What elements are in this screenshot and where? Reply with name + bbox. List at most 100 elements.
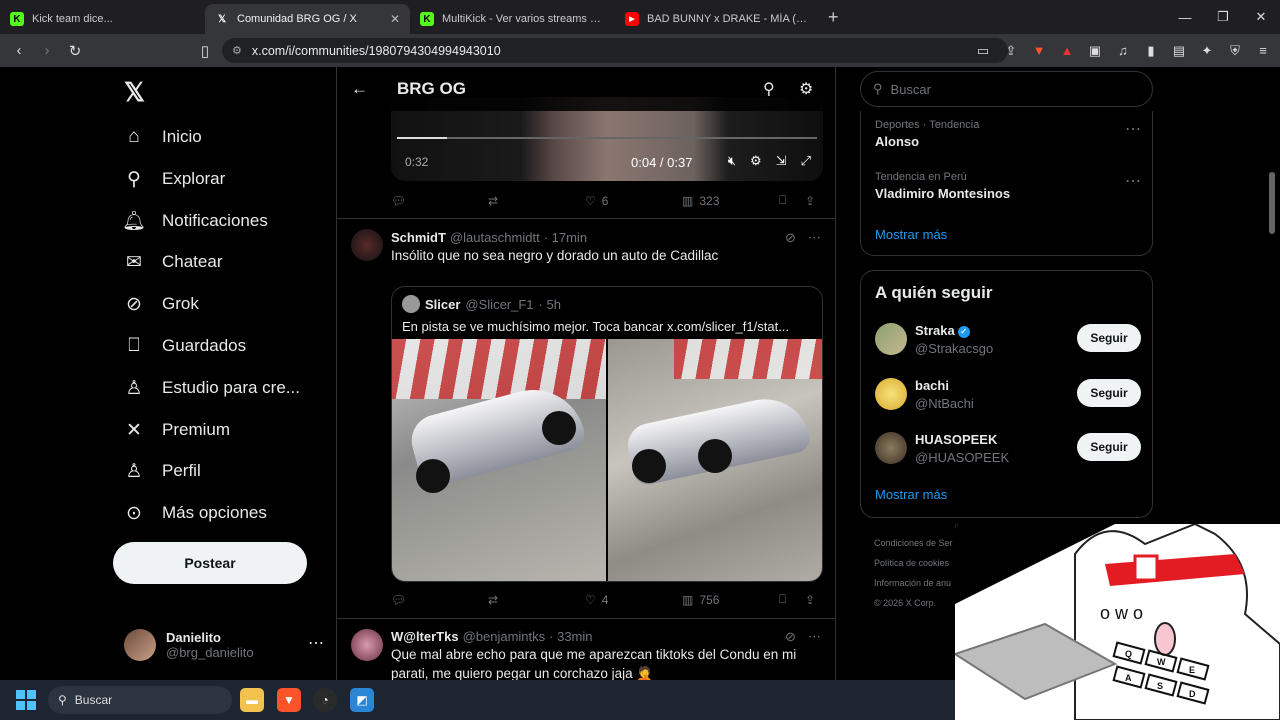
- grok-icon[interactable]: ⊘: [785, 629, 796, 645]
- rewards-icon[interactable]: ▲: [1058, 43, 1076, 58]
- tab-kick[interactable]: K Kick team dice...: [0, 4, 205, 34]
- heart-icon: ♡: [585, 592, 596, 607]
- mute-icon[interactable]: 🔇︎: [728, 153, 736, 169]
- photos-icon[interactable]: ◩: [350, 688, 374, 712]
- more-icon[interactable]: ⋯: [808, 629, 821, 645]
- more-icon[interactable]: ⋯: [1125, 119, 1141, 139]
- more-icon[interactable]: ⋯: [308, 633, 324, 653]
- fullscreen-icon[interactable]: ⤢: [801, 153, 811, 169]
- tab-youtube[interactable]: ▶ BAD BUNNY x DRAKE - MÍA (Video: [615, 4, 820, 34]
- nav-mas-opciones[interactable]: ⊙ Más opciones: [122, 498, 267, 528]
- youtube-icon: ▶: [625, 12, 639, 26]
- more-icon[interactable]: ⋯: [1125, 171, 1141, 191]
- video-time: 0:04 / 0:37: [631, 155, 693, 170]
- avatar[interactable]: [351, 229, 383, 261]
- like-button[interactable]: ♡ 4: [585, 593, 682, 607]
- views-button[interactable]: ▥ 323: [682, 194, 779, 208]
- close-window-button[interactable]: ✕: [1242, 0, 1280, 34]
- video-progress-bar[interactable]: [397, 137, 817, 139]
- views-button[interactable]: ▥ 756: [682, 593, 779, 607]
- restore-button[interactable]: ❐: [1204, 0, 1242, 34]
- search-icon[interactable]: ⚲: [763, 79, 775, 99]
- left-navigation: 𝕏 ⌂ Inicio ⚲ Explorar 🔔︎ Notificaciones ✉ Ch…: [110, 67, 330, 680]
- music-icon[interactable]: ♫: [1114, 43, 1132, 58]
- popout-icon[interactable]: ⇲: [776, 153, 787, 169]
- nav-premium[interactable]: ✕ Premium: [122, 415, 230, 445]
- more-icon[interactable]: ⋯: [808, 230, 821, 246]
- car-photo-left[interactable]: [392, 339, 606, 581]
- who-to-follow-panel: A quién seguir Straka ✓ @Strakacsgo Segui…: [860, 270, 1153, 518]
- page-scrollbar[interactable]: [1269, 172, 1275, 234]
- share-icon[interactable]: ⇪: [805, 194, 815, 208]
- nav-chatear[interactable]: ✉ Chatear: [122, 247, 222, 277]
- nav-inicio[interactable]: ⌂ Inicio: [122, 122, 201, 152]
- quoted-tweet[interactable]: Slicer @Slicer_F1 · 5h En pista se ve mu…: [391, 286, 823, 582]
- file-explorer-icon[interactable]: ▬: [240, 688, 264, 712]
- account-switcher[interactable]: Danielito @brg_danielito ⋯: [124, 623, 324, 667]
- url-bar[interactable]: ⚙ x.com/i/communities/198079430499494301…: [222, 38, 1008, 63]
- site-info-icon[interactable]: ⚙: [232, 44, 242, 57]
- x-logo-icon[interactable]: 𝕏: [124, 77, 145, 108]
- nav-guardados[interactable]: ⎕ Guardados: [122, 331, 246, 361]
- reply-icon[interactable]: 💬︎: [391, 593, 488, 607]
- avatar: [875, 323, 907, 355]
- retweet-icon[interactable]: ⇄: [488, 194, 585, 208]
- tab-x-community[interactable]: 𝕏 Comunidad BRG OG / X ✕: [205, 4, 410, 34]
- new-tab-button[interactable]: +: [828, 7, 839, 28]
- settings-icon[interactable]: ⚙: [750, 153, 762, 169]
- brave-shield-icon[interactable]: ▼: [1030, 43, 1048, 58]
- share-icon[interactable]: ⇪: [1002, 43, 1020, 59]
- nav-estudio[interactable]: ♙ Estudio para cre...: [122, 373, 300, 403]
- car-photo-right[interactable]: [608, 339, 822, 581]
- tweet-header: SchmidT @lautaschmidtt · 17min: [391, 230, 588, 245]
- app-icon[interactable]: ◔: [313, 688, 337, 712]
- tab-multikick[interactable]: K MultiKick - Ver varios streams de Kick: [410, 4, 615, 34]
- follow-button[interactable]: Seguir: [1077, 433, 1141, 461]
- gear-icon[interactable]: ⚙: [799, 79, 813, 99]
- taskbar-search[interactable]: ⚲ Buscar: [48, 686, 232, 714]
- trend-item[interactable]: Deportes · Tendencia Alonso ⋯: [875, 119, 1141, 149]
- heart-icon: ♡: [585, 193, 596, 208]
- wallet-icon[interactable]: ▤: [1170, 43, 1188, 59]
- bookmark-page-icon[interactable]: ▯: [194, 40, 216, 62]
- follow-button[interactable]: Seguir: [1077, 324, 1141, 352]
- back-arrow-icon[interactable]: ←: [351, 79, 368, 99]
- follow-suggestion[interactable]: Straka ✓ @Strakacsgo Seguir: [875, 319, 1141, 359]
- nav-perfil[interactable]: ♙ Perfil: [122, 456, 200, 486]
- nav-notificaciones[interactable]: 🔔︎ Notificaciones: [122, 206, 268, 236]
- retweet-icon[interactable]: ⇄: [488, 593, 585, 607]
- bookmark-icon[interactable]: ⎕: [779, 193, 805, 208]
- trend-item[interactable]: Tendencia en Perú Vladimiro Montesinos ⋯: [875, 171, 1141, 201]
- menu-icon[interactable]: ≡: [1254, 43, 1272, 58]
- nav-explorar[interactable]: ⚲ Explorar: [122, 164, 225, 194]
- windows-start-icon[interactable]: [16, 690, 36, 710]
- leo-icon[interactable]: ✦: [1198, 43, 1216, 59]
- share-icon[interactable]: ⇪: [805, 593, 815, 607]
- minimize-button[interactable]: —: [1166, 0, 1204, 34]
- forward-button[interactable]: ›: [36, 40, 58, 62]
- avatar[interactable]: [351, 629, 383, 661]
- more-circle-icon: ⊙: [126, 502, 142, 524]
- search-input[interactable]: ⚲ Buscar: [860, 71, 1153, 107]
- nav-grok[interactable]: ⊘ Grok: [122, 289, 199, 319]
- follow-suggestion[interactable]: HUASOPEEK @HUASOPEEK Seguir: [875, 428, 1141, 468]
- brave-browser-icon[interactable]: ▼: [277, 688, 301, 712]
- follow-button[interactable]: Seguir: [1077, 379, 1141, 407]
- back-button[interactable]: ‹: [8, 40, 30, 62]
- grok-icon[interactable]: ⊘: [785, 230, 796, 246]
- tweet-actions: 💬︎ ⇄ ♡ 6 ▥ 323 ⎕ ⇪: [391, 193, 823, 208]
- vpn-icon[interactable]: ⛨: [1226, 43, 1244, 59]
- bookmark-icon[interactable]: ⎕: [779, 592, 805, 607]
- cast-icon[interactable]: ▭: [974, 43, 992, 59]
- post-button[interactable]: Postear: [113, 542, 307, 584]
- panel-icon[interactable]: ▮: [1142, 43, 1160, 59]
- like-button[interactable]: ♡ 6: [585, 194, 682, 208]
- show-more-link[interactable]: Mostrar más: [875, 227, 947, 242]
- search-icon: ⚲: [58, 693, 67, 707]
- reply-icon[interactable]: 💬︎: [391, 194, 488, 208]
- follow-suggestion[interactable]: bachi @NtBachi Seguir: [875, 374, 1141, 414]
- show-more-link[interactable]: Mostrar más: [875, 487, 947, 502]
- sidebar-icon[interactable]: ▣: [1086, 43, 1104, 59]
- close-tab-icon[interactable]: ✕: [390, 12, 400, 26]
- reload-button[interactable]: ↻: [64, 40, 86, 62]
